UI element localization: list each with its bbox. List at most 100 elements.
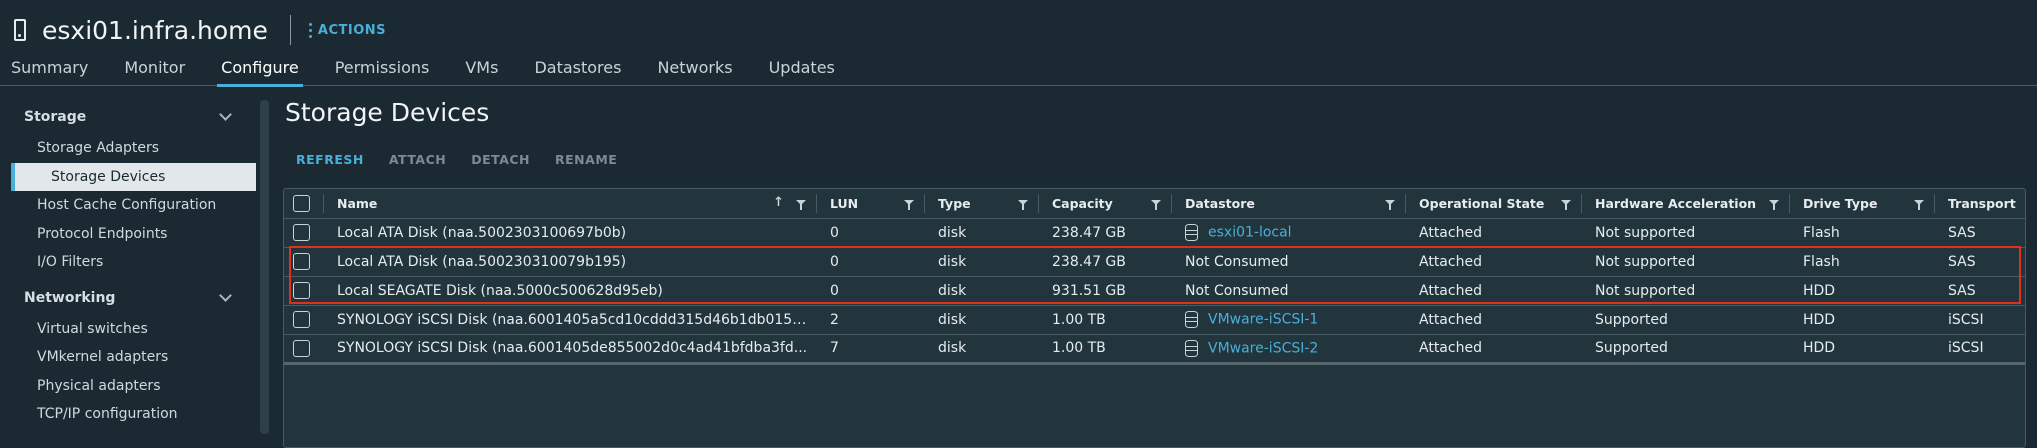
row-checkbox[interactable] <box>293 339 310 357</box>
tab-networks[interactable]: Networks <box>657 56 732 86</box>
attach-button[interactable]: ATTACH <box>389 152 446 167</box>
row-select-cell <box>284 247 323 277</box>
cell-datastore: Not Consumed <box>1171 247 1405 277</box>
sidebar-item-tcp-ip-configuration[interactable]: TCP/IP configuration <box>0 400 256 429</box>
cell-hw: Supported <box>1581 334 1789 365</box>
cell-type: disk <box>924 334 1038 365</box>
cell-name: SYNOLOGY iSCSI Disk (naa.6001405de855002… <box>323 334 816 365</box>
tab-summary[interactable]: Summary <box>11 56 88 86</box>
chevron-down-icon[interactable] <box>219 108 232 121</box>
sidebar-section-label: Storage <box>24 109 87 125</box>
cell-name: Local ATA Disk (naa.5002303100697b0b) <box>323 218 816 248</box>
column-header-hardware-acceleration[interactable]: Hardware Acceleration <box>1581 189 1789 219</box>
cell-transport: iSCSI <box>1934 305 2025 335</box>
cell-drive: HDD <box>1789 276 1934 306</box>
table-row[interactable]: Local SEAGATE Disk (naa.5000c500628d95eb… <box>284 276 2025 306</box>
cell-capacity: 238.47 GB <box>1038 247 1171 277</box>
cell-name: SYNOLOGY iSCSI Disk (naa.6001405a5cd10cd… <box>323 305 816 335</box>
filter-icon[interactable] <box>1385 200 1395 210</box>
cell-capacity: 931.51 GB <box>1038 276 1171 306</box>
sidebar-item-vmkernel-adapters[interactable]: VMkernel adapters <box>0 343 256 372</box>
sidebar-item-host-cache-configuration[interactable]: Host Cache Configuration <box>0 191 256 220</box>
tab-configure[interactable]: Configure <box>217 56 303 87</box>
toolbar: REFRESH ATTACH DETACH RENAME <box>296 152 617 167</box>
cell-hw: Not supported <box>1581 218 1789 248</box>
datastore-link[interactable]: VMware-iSCSI-1 <box>1208 312 1318 328</box>
datastore-link[interactable]: esxi01-local <box>1208 225 1292 241</box>
column-header-capacity[interactable]: Capacity <box>1038 189 1171 219</box>
filter-icon[interactable] <box>904 200 914 210</box>
cell-capacity: 238.47 GB <box>1038 218 1171 248</box>
sidebar-item-protocol-endpoints[interactable]: Protocol Endpoints <box>0 220 256 249</box>
chevron-down-icon[interactable] <box>219 288 232 302</box>
column-header-label: Name <box>337 195 378 211</box>
cell-name: Local ATA Disk (naa.500230310079b195) <box>323 247 816 277</box>
sort-ascending-icon[interactable]: ↑ <box>773 195 784 210</box>
column-header-label: LUN <box>830 195 859 211</box>
rename-button[interactable]: RENAME <box>555 152 617 167</box>
column-header-lun[interactable]: LUN <box>816 189 924 219</box>
column-header-name[interactable]: Name ↑ <box>323 189 816 219</box>
sidebar-item-physical-adapters[interactable]: Physical adapters <box>0 372 256 401</box>
tab-updates[interactable]: Updates <box>769 56 835 86</box>
sidebar-item-storage-devices[interactable]: Storage Devices <box>11 162 256 191</box>
tab-datastores[interactable]: Datastores <box>534 56 621 86</box>
actions-label: ACTIONS <box>317 22 387 38</box>
cell-state: Attached <box>1405 305 1581 335</box>
column-header-datastore[interactable]: Datastore <box>1171 189 1405 219</box>
table-row[interactable]: SYNOLOGY iSCSI Disk (naa.6001405de855002… <box>284 334 2025 365</box>
object-header: esxi01.infra.home ACTIONS <box>14 12 386 48</box>
cell-type: disk <box>924 305 1038 335</box>
sidebar-section-storage[interactable]: Storage <box>0 100 256 134</box>
divider <box>289 15 291 45</box>
cell-datastore: VMware-iSCSI-2 <box>1171 334 1405 365</box>
column-header-label: Type <box>938 195 971 211</box>
tab-permissions[interactable]: Permissions <box>335 56 430 86</box>
tab-monitor[interactable]: Monitor <box>124 56 185 86</box>
cell-state: Attached <box>1405 218 1581 248</box>
filter-icon[interactable] <box>1769 200 1779 210</box>
column-header-type[interactable]: Type <box>924 189 1038 219</box>
column-header-transport[interactable]: Transport <box>1934 189 2025 219</box>
filter-icon[interactable] <box>1561 200 1571 210</box>
cell-type: disk <box>924 218 1038 248</box>
column-header-label: Datastore <box>1185 195 1255 211</box>
table-row[interactable]: SYNOLOGY iSCSI Disk (naa.6001405a5cd10cd… <box>284 305 2025 335</box>
cell-datastore: Not Consumed <box>1171 276 1405 306</box>
sidebar-item-i-o-filters[interactable]: I/O Filters <box>0 248 256 277</box>
column-header-operational-state[interactable]: Operational State <box>1405 189 1581 219</box>
cell-transport: SAS <box>1934 276 2025 306</box>
column-header-drive-type[interactable]: Drive Type <box>1789 189 1934 219</box>
row-checkbox[interactable] <box>293 311 310 328</box>
table-row[interactable]: Local ATA Disk (naa.500230310079b195) 0 di… <box>284 247 2025 277</box>
row-checkbox[interactable] <box>293 253 310 270</box>
row-select-cell <box>284 305 323 335</box>
detach-button[interactable]: DETACH <box>471 152 530 167</box>
sidebar-item-storage-adapters[interactable]: Storage Adapters <box>0 134 256 163</box>
tab-bar: Summary Monitor Configure Permissions VMs Dat… <box>0 56 2037 87</box>
datastore-icon <box>1185 224 1198 241</box>
sidebar: Storage Storage Adapters Storage Devices Ho… <box>0 100 256 429</box>
sidebar-scrollbar[interactable] <box>260 100 269 434</box>
row-checkbox[interactable] <box>293 282 310 299</box>
table-row[interactable]: Local ATA Disk (naa.5002303100697b0b) 0 di… <box>284 218 2025 248</box>
cell-hw: Not supported <box>1581 247 1789 277</box>
cell-drive: HDD <box>1789 305 1934 335</box>
cell-drive: Flash <box>1789 247 1934 277</box>
datastore-link[interactable]: VMware-iSCSI-2 <box>1208 340 1318 356</box>
tab-vms[interactable]: VMs <box>465 56 498 86</box>
cell-lun: 0 <box>816 247 924 277</box>
page-title: Storage Devices <box>285 98 490 127</box>
sidebar-item-virtual-switches[interactable]: Virtual switches <box>0 315 256 344</box>
filter-icon[interactable] <box>1018 200 1028 210</box>
actions-button[interactable]: ACTIONS <box>308 22 387 38</box>
sidebar-section-networking[interactable]: Networking <box>0 281 256 315</box>
select-all-checkbox[interactable] <box>293 194 310 212</box>
filter-icon[interactable] <box>796 200 806 210</box>
filter-icon[interactable] <box>1151 200 1161 210</box>
refresh-button[interactable]: REFRESH <box>296 152 364 167</box>
row-checkbox[interactable] <box>293 224 310 241</box>
filter-icon[interactable] <box>1914 200 1924 210</box>
cell-lun: 7 <box>816 334 924 365</box>
cell-datastore: esxi01-local <box>1171 218 1405 248</box>
